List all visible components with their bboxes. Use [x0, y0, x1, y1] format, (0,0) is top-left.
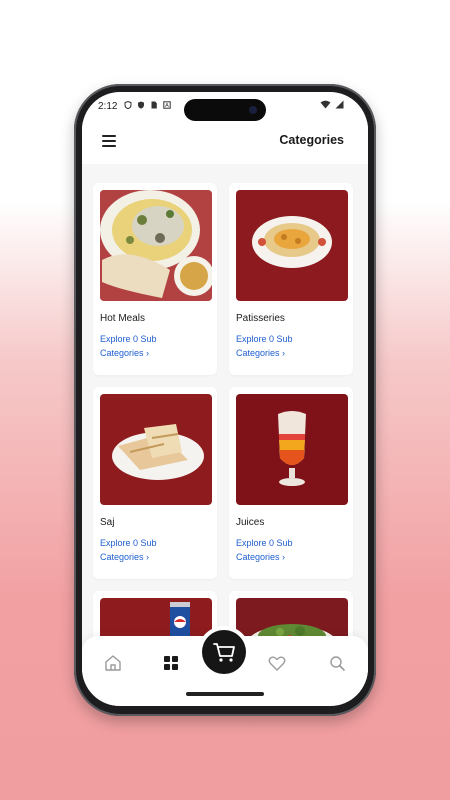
explore-link-line2: Categories ›: [236, 348, 286, 358]
explore-link-line2: Categories ›: [100, 552, 150, 562]
explore-subcategories-link[interactable]: Explore 0 Sub Categories ›: [236, 536, 336, 564]
app-bar: Categories: [82, 122, 368, 164]
vpn-icon: [138, 101, 144, 109]
nav-favorites[interactable]: [266, 652, 288, 674]
category-name: Juices: [236, 517, 265, 528]
category-image-juices: [236, 394, 348, 505]
bottom-nav: [82, 630, 368, 706]
category-card-patisseries[interactable]: Patisseries Explore 0 Sub Categories ›: [229, 183, 353, 375]
category-card-hot-meals[interactable]: Hot Meals Explore 0 Sub Categories ›: [93, 183, 217, 375]
explore-link-line1: Explore 0 Sub: [100, 334, 157, 344]
status-system-icons: [320, 100, 344, 109]
explore-subcategories-link[interactable]: Explore 0 Sub Categories ›: [100, 332, 200, 360]
home-icon: [105, 655, 121, 671]
category-image-patisseries: [236, 190, 348, 301]
category-list[interactable]: Hot Meals Explore 0 Sub Categories › Pat…: [82, 164, 368, 706]
cart-icon: [213, 643, 235, 662]
status-bar: 2:12 A: [82, 92, 368, 121]
explore-link-line2: Categories ›: [100, 348, 150, 358]
app-screen: 2:12 A Categories Hot Meals Explore 0 Su…: [82, 92, 368, 706]
category-name: Hot Meals: [100, 313, 146, 324]
sim-card-icon: [151, 101, 157, 109]
heart-icon: [268, 656, 286, 671]
category-card-saj[interactable]: Saj Explore 0 Sub Categories ›: [93, 387, 217, 579]
category-name: Saj: [100, 517, 115, 528]
category-grid: Hot Meals Explore 0 Sub Categories › Pat…: [93, 183, 355, 706]
explore-link-line1: Explore 0 Sub: [236, 334, 293, 344]
text-icon: A: [163, 101, 171, 109]
nav-search[interactable]: [326, 652, 348, 674]
explore-link-line1: Explore 0 Sub: [236, 538, 293, 548]
grid-icon: [164, 656, 178, 670]
home-indicator: [186, 692, 264, 696]
svg-text:A: A: [165, 103, 169, 109]
page-title: Categories: [279, 133, 344, 147]
explore-link-line1: Explore 0 Sub: [100, 538, 157, 548]
nav-home[interactable]: [102, 652, 124, 674]
status-time: 2:12: [98, 101, 118, 112]
menu-icon[interactable]: [102, 135, 116, 147]
cart-button[interactable]: [202, 630, 246, 674]
category-card-juices[interactable]: Juices Explore 0 Sub Categories ›: [229, 387, 353, 579]
wifi-icon: [320, 100, 331, 109]
camera-lens-icon: [249, 106, 257, 114]
explore-subcategories-link[interactable]: Explore 0 Sub Categories ›: [100, 536, 200, 564]
status-notification-icons: A: [124, 101, 171, 109]
explore-link-line2: Categories ›: [236, 552, 286, 562]
category-name: Patisseries: [236, 313, 285, 324]
category-image-saj: [100, 394, 212, 505]
nav-categories[interactable]: [160, 652, 182, 674]
shield-icon: [124, 101, 132, 109]
explore-subcategories-link[interactable]: Explore 0 Sub Categories ›: [236, 332, 336, 360]
signal-icon: [335, 100, 344, 109]
search-icon: [330, 656, 345, 671]
camera-island: [184, 99, 266, 121]
category-image-hot-meals: [100, 190, 212, 301]
